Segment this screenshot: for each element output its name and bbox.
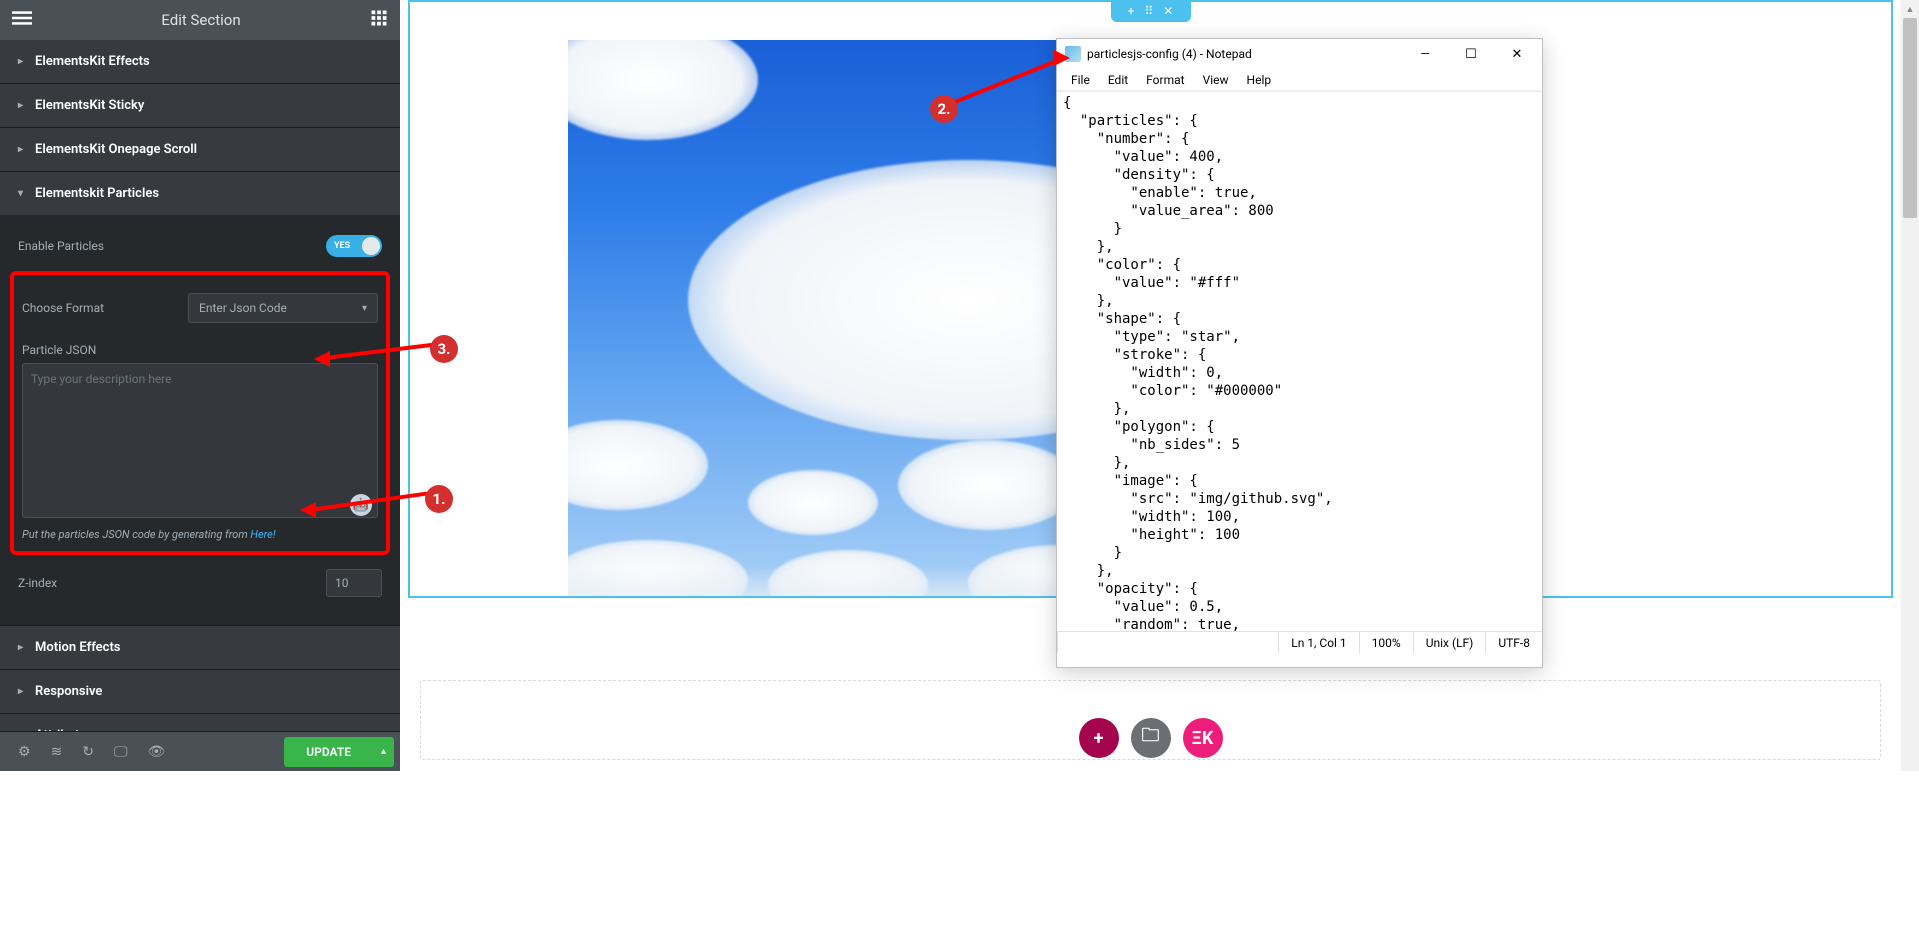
accordion-particles[interactable]: ▾Elementskit Particles Enable Particles … bbox=[0, 172, 400, 626]
particle-json-textarea[interactable] bbox=[22, 363, 378, 518]
arrow-2-head bbox=[1054, 50, 1070, 66]
here-link[interactable]: Here! bbox=[250, 528, 275, 541]
menu-format[interactable]: Format bbox=[1140, 71, 1190, 89]
choose-format-label: Choose Format bbox=[22, 301, 104, 315]
enable-particles-row: Enable Particles YES bbox=[18, 225, 382, 267]
arrow-3-head bbox=[314, 351, 330, 367]
zindex-label: Z-index bbox=[18, 576, 57, 590]
scroll-up-arrow-icon[interactable]: ▲ bbox=[1901, 0, 1919, 18]
notepad-titlebar[interactable]: particlesjs-config (4) - Notepad bbox=[1057, 39, 1542, 69]
maximize-button[interactable] bbox=[1448, 39, 1494, 69]
add-new-section-button[interactable]: + bbox=[1079, 718, 1119, 758]
callout-3: 3. bbox=[430, 335, 458, 363]
status-spacer bbox=[1057, 632, 1278, 653]
notepad-window-buttons bbox=[1402, 39, 1540, 69]
callout-2: 2. bbox=[930, 95, 958, 123]
zindex-row: Z-index bbox=[18, 559, 382, 607]
notepad-statusbar: Ln 1, Col 1 100% Unix (LF) UTF-8 bbox=[1057, 631, 1542, 653]
notepad-title-left: particlesjs-config (4) - Notepad bbox=[1065, 46, 1252, 62]
add-section-icon[interactable]: + bbox=[1128, 4, 1135, 18]
callout-1: 1. bbox=[425, 485, 453, 513]
enable-particles-label: Enable Particles bbox=[18, 239, 104, 253]
close-button[interactable] bbox=[1494, 39, 1540, 69]
section-handle: + ⠿ ✕ bbox=[1111, 0, 1191, 22]
navigator-icon[interactable]: ≋ bbox=[51, 744, 63, 760]
status-ln-col: Ln 1, Col 1 bbox=[1278, 632, 1358, 653]
toggle-knob bbox=[362, 237, 380, 255]
history-icon[interactable]: ↻ bbox=[82, 744, 94, 760]
choose-format-row: Choose Format Enter Json Code▾ bbox=[22, 283, 378, 333]
panel-body: ▸ElementsKit Effects ▸ElementsKit Sticky… bbox=[0, 40, 400, 731]
apps-icon[interactable] bbox=[370, 9, 388, 31]
main-vertical-scrollbar[interactable]: ▲ bbox=[1901, 0, 1919, 771]
arrow-1-head bbox=[300, 502, 316, 518]
caret-down-icon: ▾ bbox=[18, 188, 23, 199]
choose-format-select[interactable]: Enter Json Code▾ bbox=[188, 293, 378, 323]
add-template-button[interactable]: 🗀 bbox=[1131, 718, 1171, 758]
particle-json-label: Particle JSON bbox=[22, 343, 96, 357]
ek-button[interactable]: ΞK bbox=[1183, 718, 1223, 758]
notepad-menubar: File Edit Format View Help bbox=[1057, 69, 1542, 91]
preview-icon[interactable]: 👁 bbox=[148, 744, 166, 760]
minimize-button[interactable] bbox=[1402, 39, 1448, 69]
chevron-down-icon: ▾ bbox=[362, 303, 367, 314]
annotation-highlight-box: Choose Format Enter Json Code▾ Particle … bbox=[10, 271, 390, 555]
notepad-text-content[interactable]: { "particles": { "number": { "value": 40… bbox=[1057, 91, 1542, 631]
menu-help[interactable]: Help bbox=[1241, 71, 1278, 89]
delete-section-icon[interactable]: ✕ bbox=[1163, 4, 1173, 18]
textarea-wrap: 🤖 bbox=[22, 357, 378, 522]
status-encoding: UTF-8 bbox=[1485, 632, 1542, 653]
elementor-sidebar: Edit Section ▸ElementsKit Effects ▸Eleme… bbox=[0, 0, 400, 771]
scrollbar-thumb[interactable] bbox=[1903, 18, 1917, 218]
accordion-sticky[interactable]: ▸ElementsKit Sticky bbox=[0, 84, 400, 128]
update-button[interactable]: UPDATE bbox=[284, 737, 373, 767]
accordion-effects[interactable]: ▸ElementsKit Effects bbox=[0, 40, 400, 84]
caret-right-icon: ▸ bbox=[18, 686, 23, 697]
sidebar-title: Edit Section bbox=[161, 11, 240, 29]
caret-right-icon: ▸ bbox=[18, 56, 23, 67]
responsive-icon[interactable]: 🖵 bbox=[114, 744, 128, 760]
menu-view[interactable]: View bbox=[1197, 71, 1235, 89]
caret-right-icon: ▸ bbox=[18, 144, 23, 155]
menu-edit[interactable]: Edit bbox=[1102, 71, 1134, 89]
caret-right-icon: ▸ bbox=[18, 100, 23, 111]
caret-right-icon: ▸ bbox=[18, 642, 23, 653]
bottom-icons: ⚙ ≋ ↻ 🖵 👁 bbox=[6, 744, 165, 760]
update-options-button[interactable]: ▴ bbox=[373, 737, 394, 767]
accordion-attributes[interactable]: ▸Attributes bbox=[0, 714, 400, 731]
status-zoom: 100% bbox=[1359, 632, 1413, 653]
menu-file[interactable]: File bbox=[1065, 71, 1096, 89]
zindex-input[interactable] bbox=[326, 569, 382, 597]
accordion-onepage[interactable]: ▸ElementsKit Onepage Scroll bbox=[0, 128, 400, 172]
particles-content: Enable Particles YES Choose Format Enter… bbox=[0, 215, 400, 625]
notepad-title-text: particlesjs-config (4) - Notepad bbox=[1087, 47, 1252, 61]
add-section-buttons: + 🗀 ΞK bbox=[1079, 718, 1223, 758]
settings-icon[interactable]: ⚙ bbox=[18, 744, 31, 760]
bottom-bar: ⚙ ≋ ↻ 🖵 👁 UPDATE ▴ bbox=[0, 731, 400, 771]
sidebar-header: Edit Section bbox=[0, 0, 400, 40]
enable-particles-toggle[interactable]: YES bbox=[326, 235, 382, 257]
status-eol: Unix (LF) bbox=[1413, 632, 1486, 653]
notepad-window: particlesjs-config (4) - Notepad File Ed… bbox=[1056, 38, 1543, 668]
helper-text: Put the particles JSON code by generatin… bbox=[22, 522, 378, 547]
edit-section-icon[interactable]: ⠿ bbox=[1144, 4, 1153, 18]
hamburger-icon[interactable] bbox=[12, 8, 32, 32]
accordion-responsive[interactable]: ▸Responsive bbox=[0, 670, 400, 714]
update-group: UPDATE ▴ bbox=[284, 737, 394, 767]
accordion-motion[interactable]: ▸Motion Effects bbox=[0, 626, 400, 670]
